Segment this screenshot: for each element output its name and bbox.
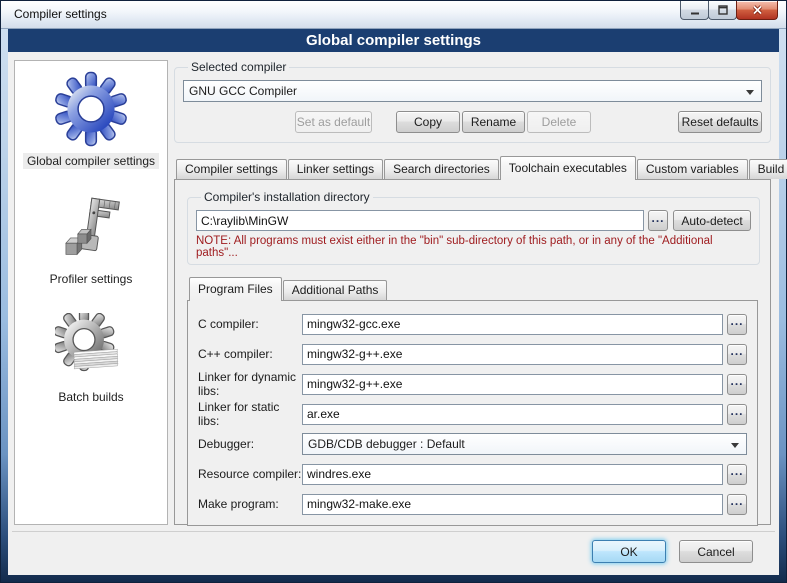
program-tabs: Program Files Additional Paths bbox=[189, 277, 758, 300]
selected-compiler-group-label: Selected compiler bbox=[188, 60, 289, 74]
chevron-down-icon bbox=[731, 443, 739, 448]
field-label: Debugger: bbox=[198, 437, 302, 451]
tab-additional-paths[interactable]: Additional Paths bbox=[283, 280, 388, 300]
set-as-default-button[interactable]: Set as default bbox=[295, 111, 372, 133]
field-label: Resource compiler: bbox=[198, 467, 302, 481]
main-panel: Selected compiler GNU GCC Compiler Set a… bbox=[174, 60, 773, 525]
static-linker-browse-button[interactable]: ... bbox=[727, 404, 747, 425]
dynamic-linker-input[interactable] bbox=[302, 374, 723, 395]
installation-directory-label: Compiler's installation directory bbox=[201, 190, 373, 204]
window-title: Compiler settings bbox=[14, 7, 107, 21]
dynamic-linker-browse-button[interactable]: ... bbox=[727, 374, 747, 395]
dialog-footer: OK Cancel bbox=[12, 531, 775, 575]
sidebar-item-label: Batch builds bbox=[54, 389, 127, 405]
field-label: Linker for dynamic libs: bbox=[198, 370, 302, 398]
installation-directory-group: Compiler's installation directory ... Au… bbox=[187, 190, 760, 265]
maximize-icon bbox=[718, 5, 728, 15]
static-linker-input[interactable] bbox=[302, 404, 723, 425]
tab-toolchain-executables[interactable]: Toolchain executables bbox=[500, 156, 636, 180]
field-row-static-linker: Linker for static libs: ... bbox=[198, 403, 747, 425]
copy-button[interactable]: Copy bbox=[396, 111, 460, 133]
auto-detect-button[interactable]: Auto-detect bbox=[673, 210, 751, 231]
field-row-make-program: Make program: ... bbox=[198, 493, 747, 515]
tab-linker-settings[interactable]: Linker settings bbox=[288, 159, 383, 179]
field-label: C++ compiler: bbox=[198, 347, 302, 361]
selected-compiler-group: Selected compiler GNU GCC Compiler Set a… bbox=[174, 60, 771, 143]
cpp-compiler-input[interactable] bbox=[302, 344, 723, 365]
cpp-compiler-browse-button[interactable]: ... bbox=[727, 344, 747, 365]
toolchain-executables-panel: Compiler's installation directory ... Au… bbox=[174, 179, 771, 525]
blue-gear-icon bbox=[53, 71, 129, 147]
sidebar-item-batch-builds[interactable]: Batch builds bbox=[54, 313, 127, 405]
field-label: Make program: bbox=[198, 497, 302, 511]
debugger-combobox[interactable]: GDB/CDB debugger : Default bbox=[302, 433, 747, 455]
minimize-button[interactable] bbox=[680, 1, 709, 20]
sidebar-item-global-compiler-settings[interactable]: Global compiler settings bbox=[23, 71, 159, 169]
caption-buttons bbox=[681, 1, 778, 20]
field-label: Linker for static libs: bbox=[198, 400, 302, 428]
sidebar-item-label: Profiler settings bbox=[46, 271, 137, 287]
rename-button[interactable]: Rename bbox=[462, 111, 525, 133]
debugger-value: GDB/CDB debugger : Default bbox=[308, 437, 465, 451]
selected-compiler-combobox[interactable]: GNU GCC Compiler bbox=[183, 80, 762, 102]
tab-build-options[interactable]: Build options bbox=[749, 159, 787, 179]
gray-gear-papers-icon bbox=[55, 313, 127, 383]
field-row-resource-compiler: Resource compiler: ... bbox=[198, 463, 747, 485]
make-program-input[interactable] bbox=[302, 494, 723, 515]
close-button[interactable] bbox=[736, 1, 778, 20]
maximize-button[interactable] bbox=[708, 1, 737, 20]
delete-button[interactable]: Delete bbox=[527, 111, 591, 133]
make-program-browse-button[interactable]: ... bbox=[727, 494, 747, 515]
field-label: C compiler: bbox=[198, 317, 302, 331]
installation-note: NOTE: All programs must exist either in … bbox=[196, 235, 751, 259]
field-row-c-compiler: C compiler: ... bbox=[198, 313, 747, 335]
tab-search-directories[interactable]: Search directories bbox=[384, 159, 499, 179]
c-compiler-browse-button[interactable]: ... bbox=[727, 314, 747, 335]
sidebar-item-profiler-settings[interactable]: Profiler settings bbox=[46, 195, 137, 287]
ok-button[interactable]: OK bbox=[592, 540, 666, 563]
field-row-debugger: Debugger: GDB/CDB debugger : Default bbox=[198, 433, 747, 455]
caliper-icon bbox=[58, 195, 124, 265]
titlebar: Compiler settings bbox=[1, 1, 786, 29]
compiler-tabs: Compiler settings Linker settings Search… bbox=[176, 156, 771, 179]
selected-compiler-value: GNU GCC Compiler bbox=[189, 84, 297, 98]
close-icon bbox=[752, 5, 763, 15]
reset-defaults-button[interactable]: Reset defaults bbox=[678, 111, 762, 133]
resource-compiler-browse-button[interactable]: ... bbox=[727, 464, 747, 485]
compiler-buttons-row: Set as default Copy Rename Delete Reset … bbox=[183, 111, 762, 133]
tab-custom-variables[interactable]: Custom variables bbox=[637, 159, 748, 179]
tab-compiler-settings[interactable]: Compiler settings bbox=[176, 159, 287, 179]
field-row-dynamic-linker: Linker for dynamic libs: ... bbox=[198, 373, 747, 395]
tab-program-files[interactable]: Program Files bbox=[189, 277, 282, 301]
field-row-cpp-compiler: C++ compiler: ... bbox=[198, 343, 747, 365]
c-compiler-input[interactable] bbox=[302, 314, 723, 335]
sidebar-item-label: Global compiler settings bbox=[23, 153, 159, 169]
installation-directory-input[interactable] bbox=[196, 210, 644, 231]
installation-directory-browse-button[interactable]: ... bbox=[648, 210, 668, 231]
dialog-body: Global compiler settings bbox=[8, 29, 779, 575]
chevron-down-icon bbox=[746, 90, 754, 95]
settings-sidebar: Global compiler settings bbox=[14, 60, 168, 525]
page-title: Global compiler settings bbox=[8, 29, 779, 52]
cancel-button[interactable]: Cancel bbox=[679, 540, 753, 563]
program-files-panel: C compiler: ... C++ compiler: ... Linker… bbox=[187, 300, 758, 526]
minimize-icon bbox=[690, 6, 700, 15]
resource-compiler-input[interactable] bbox=[302, 464, 723, 485]
compiler-settings-window: Compiler settings Global compiler settin… bbox=[0, 0, 787, 583]
